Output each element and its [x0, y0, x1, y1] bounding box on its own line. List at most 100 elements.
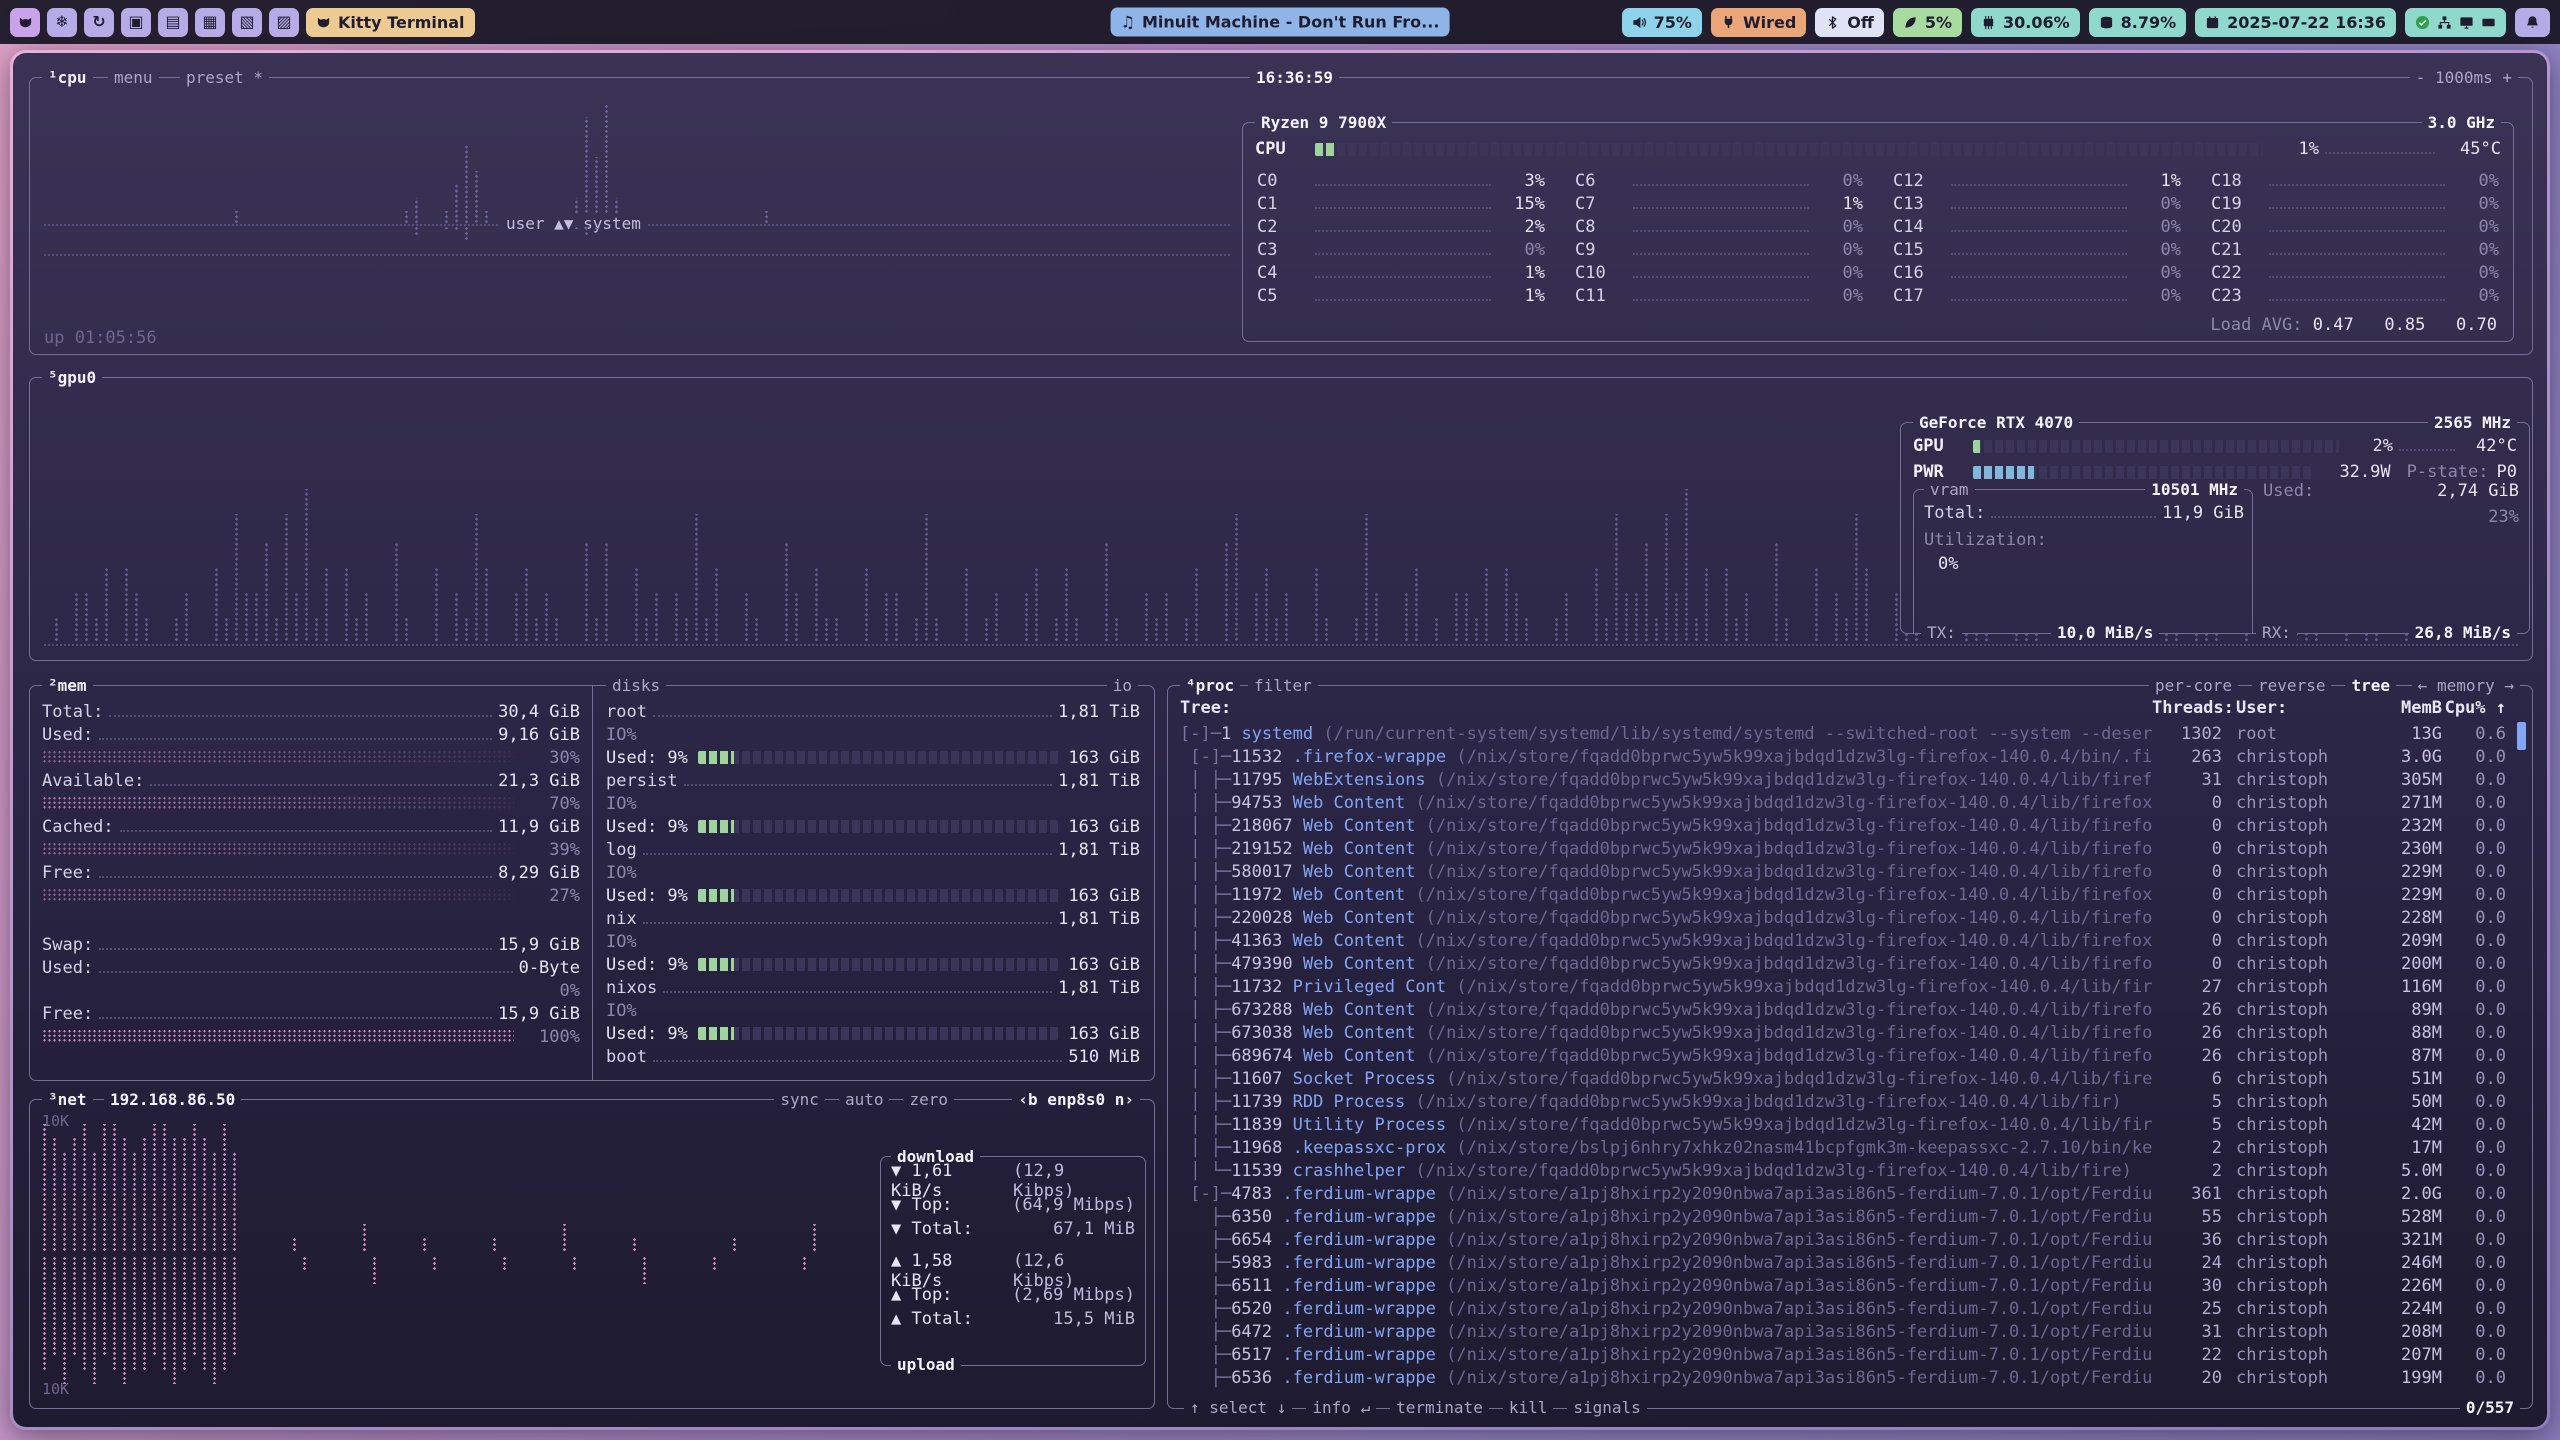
- filter-button[interactable]: filter: [1248, 676, 1318, 696]
- proc-toggle-reverse[interactable]: reverse: [2252, 676, 2331, 696]
- process-command: │ ├─41363 Web Content (/nix/store/fqadd0…: [1180, 931, 2152, 951]
- header-memory[interactable]: MemB: [2352, 698, 2442, 718]
- disk-name: nixos: [606, 978, 657, 998]
- proc-action-info[interactable]: info ↵: [1306, 1398, 1376, 1418]
- process-user: christoph: [2222, 793, 2352, 813]
- process-row[interactable]: │ ├─479390 Web Content (/nix/store/fqadd…: [1180, 952, 2506, 975]
- net-toggle-zero[interactable]: zero: [903, 1090, 954, 1110]
- gpu-meter-label: GPU: [1913, 436, 1963, 456]
- dotted-leader: [99, 726, 492, 740]
- process-row[interactable]: │ ├─219152 Web Content (/nix/store/fqadd…: [1180, 837, 2506, 860]
- workspace-4[interactable]: ▣: [121, 8, 151, 37]
- process-row[interactable]: │ ├─94753 Web Content (/nix/store/fqadd0…: [1180, 791, 2506, 814]
- process-row[interactable]: │ ├─11607 Socket Process (/nix/store/fqa…: [1180, 1067, 2506, 1090]
- workspace-nix[interactable]: ❄: [47, 8, 77, 37]
- proc-toggle-tree[interactable]: tree: [2345, 676, 2396, 696]
- process-row[interactable]: │ ├─220028 Web Content (/nix/store/fqadd…: [1180, 906, 2506, 929]
- network-module[interactable]: Wired: [1711, 8, 1806, 37]
- process-row[interactable]: │ ├─673288 Web Content (/nix/store/fqadd…: [1180, 998, 2506, 1021]
- header-cpu[interactable]: Cpu% ↑: [2442, 698, 2506, 718]
- cpu-usage-module[interactable]: 5%: [1893, 8, 1962, 37]
- process-row[interactable]: ├─6536 .ferdium-wrappe (/nix/store/a1pj8…: [1180, 1366, 2506, 1389]
- process-row[interactable]: ├─6350 .ferdium-wrappe (/nix/store/a1pj8…: [1180, 1205, 2506, 1228]
- disk-name-row[interactable]: nix1,81 TiB: [606, 907, 1140, 930]
- process-user: christoph: [2222, 1115, 2352, 1135]
- workspace-5[interactable]: ▤: [158, 8, 188, 37]
- proc-toggle-per-core[interactable]: per-core: [2149, 676, 2238, 696]
- graph-column: [1744, 592, 1750, 642]
- scrollbar-thumb[interactable]: [2517, 722, 2526, 750]
- process-row[interactable]: │ ├─41363 Web Content (/nix/store/fqadd0…: [1180, 929, 2506, 952]
- header-user[interactable]: User:: [2222, 698, 2352, 718]
- bluetooth-module[interactable]: Off: [1815, 8, 1884, 37]
- process-row[interactable]: │ ├─11739 RDD Process (/nix/store/fqadd0…: [1180, 1090, 2506, 1113]
- disks-io-toggle[interactable]: io: [1107, 676, 1138, 696]
- graph-column: [1694, 617, 1700, 642]
- process-row[interactable]: │ ├─11732 Privileged Cont (/nix/store/fq…: [1180, 975, 2506, 998]
- process-row[interactable]: ├─6517 .ferdium-wrappe (/nix/store/a1pj8…: [1180, 1343, 2506, 1366]
- process-row[interactable]: ├─6511 .ferdium-wrappe (/nix/store/a1pj8…: [1180, 1274, 2506, 1297]
- process-row[interactable]: │ └─11539 crashhelper (/nix/store/fqadd0…: [1180, 1159, 2506, 1182]
- interface-selector[interactable]: ‹b enp8s0 n›: [1012, 1090, 1140, 1110]
- lan-icon[interactable]: [2437, 15, 2452, 30]
- process-row[interactable]: │ ├─11839 Utility Process (/nix/store/fq…: [1180, 1113, 2506, 1136]
- disk-name-row[interactable]: nixos1,81 TiB: [606, 976, 1140, 999]
- tree-prefix: │ ├─: [1180, 1115, 1231, 1135]
- proc-action-select[interactable]: ↑ select ↓: [1184, 1398, 1292, 1418]
- keyboard-icon[interactable]: [2481, 15, 2496, 30]
- process-pid: 11739: [1231, 1092, 1292, 1112]
- process-threads: 55: [2152, 1207, 2222, 1227]
- header-tree[interactable]: Tree:: [1180, 698, 2152, 718]
- workspace-refresh[interactable]: ↻: [84, 8, 114, 37]
- memory-usage-module[interactable]: 30.06%: [1971, 8, 2080, 37]
- check-circle-icon[interactable]: [2415, 15, 2430, 30]
- window-title-button[interactable]: Kitty Terminal: [306, 8, 475, 37]
- process-command: │ ├─479390 Web Content (/nix/store/fqadd…: [1180, 954, 2152, 974]
- system-tray[interactable]: [2405, 8, 2506, 37]
- disk-name-row[interactable]: root1,81 TiB: [606, 700, 1140, 723]
- display-icon[interactable]: [2459, 15, 2474, 30]
- workspace-7[interactable]: ▧: [232, 8, 262, 37]
- process-command: ├─6472 .ferdium-wrappe (/nix/store/a1pj8…: [1180, 1322, 2152, 1342]
- disk-name-row[interactable]: persist1,81 TiB: [606, 769, 1140, 792]
- net-toggle-auto[interactable]: auto: [839, 1090, 890, 1110]
- process-user: christoph: [2222, 1069, 2352, 1089]
- notifications-button[interactable]: [2515, 8, 2550, 37]
- process-row[interactable]: ├─6520 .ferdium-wrappe (/nix/store/a1pj8…: [1180, 1297, 2506, 1320]
- volume-module[interactable]: 75%: [1622, 8, 1702, 37]
- workspace-8[interactable]: ▨: [269, 8, 299, 37]
- process-row[interactable]: ├─6472 .ferdium-wrappe (/nix/store/a1pj8…: [1180, 1320, 2506, 1343]
- workspace-cat[interactable]: [10, 8, 40, 37]
- process-row[interactable]: │ ├─11795 WebExtensions (/nix/store/fqad…: [1180, 768, 2506, 791]
- process-row[interactable]: [-]─4783 .ferdium-wrappe (/nix/store/a1p…: [1180, 1182, 2506, 1205]
- proc-action-kill[interactable]: kill: [1503, 1398, 1554, 1418]
- header-threads[interactable]: Threads:: [2152, 698, 2222, 718]
- process-row[interactable]: │ ├─11972 Web Content (/nix/store/fqadd0…: [1180, 883, 2506, 906]
- preset-button[interactable]: preset *: [180, 68, 269, 88]
- process-row[interactable]: │ ├─673038 Web Content (/nix/store/fqadd…: [1180, 1021, 2506, 1044]
- disk-name-row[interactable]: log1,81 TiB: [606, 838, 1140, 861]
- proc-action-signals[interactable]: signals: [1567, 1398, 1646, 1418]
- core-percent: 0%: [2451, 171, 2499, 191]
- memory-panel-title: ²mem: [42, 676, 93, 696]
- update-interval-control[interactable]: - 1000ms +: [2410, 68, 2518, 88]
- process-row[interactable]: │ ├─218067 Web Content (/nix/store/fqadd…: [1180, 814, 2506, 837]
- process-row[interactable]: │ ├─11968 .keepassxc-prox (/nix/store/bs…: [1180, 1136, 2506, 1159]
- sort-column-selector[interactable]: ← memory →: [2412, 676, 2520, 696]
- process-row[interactable]: ├─5983 .ferdium-wrappe (/nix/store/a1pj8…: [1180, 1251, 2506, 1274]
- process-row[interactable]: [-]─11532 .firefox-wrappe (/nix/store/fq…: [1180, 745, 2506, 768]
- disk-usage-module[interactable]: 8.79%: [2089, 8, 2187, 37]
- plug-icon: [1721, 15, 1736, 30]
- process-row[interactable]: │ ├─580017 Web Content (/nix/store/fqadd…: [1180, 860, 2506, 883]
- process-path: (/nix/store/fqadd0bprwc5yw5k99xajbdqd1dz…: [1426, 1023, 2152, 1043]
- clock-module[interactable]: 2025-07-22 16:36: [2195, 8, 2396, 37]
- disk-name-row[interactable]: boot510 MiB: [606, 1045, 1140, 1068]
- net-toggle-sync[interactable]: sync: [774, 1090, 825, 1110]
- process-row[interactable]: │ ├─689674 Web Content (/nix/store/fqadd…: [1180, 1044, 2506, 1067]
- process-row[interactable]: ├─6654 .ferdium-wrappe (/nix/store/a1pj8…: [1180, 1228, 2506, 1251]
- proc-action-terminate[interactable]: terminate: [1390, 1398, 1489, 1418]
- menu-button[interactable]: menu: [108, 68, 159, 88]
- process-row[interactable]: [-]─1 systemd (/run/current-system/syste…: [1180, 722, 2506, 745]
- workspace-6[interactable]: ▦: [195, 8, 225, 37]
- music-module[interactable]: ♫Minuit Machine - Don't Run Fro...: [1111, 8, 1450, 37]
